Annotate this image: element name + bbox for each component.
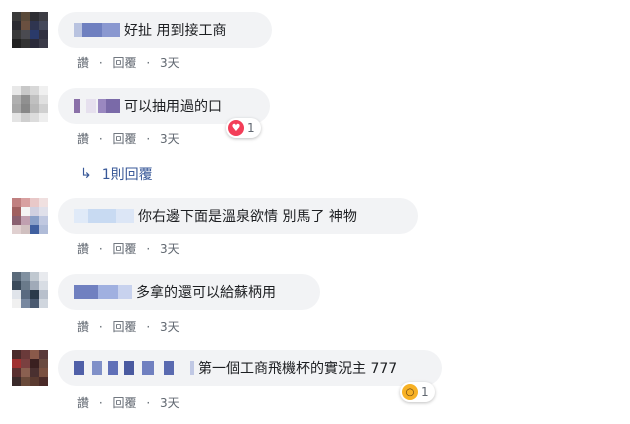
comment-actions: 讚 · 回覆 · 3天: [77, 56, 180, 70]
timestamp[interactable]: 3天: [160, 320, 180, 334]
reply-link[interactable]: 回覆: [113, 396, 137, 410]
like-link[interactable]: 讚: [77, 396, 89, 410]
reply-link[interactable]: 回覆: [113, 56, 137, 70]
comment-actions: 讚 · 回覆 · 3天: [77, 320, 180, 334]
timestamp[interactable]: 3天: [160, 396, 180, 410]
timestamp[interactable]: 3天: [160, 132, 180, 146]
commenter-name[interactable]: [74, 22, 120, 38]
reaction-summary[interactable]: ○ 1: [400, 382, 435, 402]
comment-text: 可以抽用過的口: [124, 99, 222, 115]
commenter-name[interactable]: [74, 360, 194, 376]
comment-actions: 讚 · 回覆 · 3天: [77, 396, 180, 410]
avatar[interactable]: [12, 198, 48, 234]
reply-arrow-icon: ↳: [80, 166, 92, 182]
reaction-count: 1: [247, 121, 255, 135]
comment-text: 第一個工商飛機杯的實況主 777: [198, 361, 398, 377]
like-link[interactable]: 讚: [77, 320, 89, 334]
wow-reaction-icon: ○: [402, 384, 418, 400]
avatar[interactable]: [12, 350, 48, 386]
avatar[interactable]: [12, 86, 48, 122]
commenter-name[interactable]: [74, 98, 120, 114]
timestamp[interactable]: 3天: [160, 242, 180, 256]
reply-link[interactable]: 回覆: [113, 320, 137, 334]
comment-text: 好扯 用到接工商: [124, 23, 227, 39]
avatar[interactable]: [12, 272, 48, 308]
reaction-count: 1: [421, 385, 429, 399]
comment-actions: 讚 · 回覆 · 3天: [77, 132, 180, 146]
reply-link[interactable]: 回覆: [113, 242, 137, 256]
like-link[interactable]: 讚: [77, 242, 89, 256]
comment-text: 多拿的還可以給蘇柄用: [136, 285, 276, 301]
reaction-summary[interactable]: ♥ 1: [226, 118, 261, 138]
commenter-name[interactable]: [74, 284, 132, 300]
commenter-name[interactable]: [74, 208, 134, 224]
replies-count: 1則回覆: [101, 167, 153, 183]
comment-bubble: 你右邊下面是溫泉欲情 別馬了 神物: [58, 198, 418, 234]
comment-bubble: 好扯 用到接工商: [58, 12, 272, 48]
love-reaction-icon: ♥: [228, 120, 244, 136]
comment-bubble: 多拿的還可以給蘇柄用: [58, 274, 320, 310]
comment-actions: 讚 · 回覆 · 3天: [77, 242, 180, 256]
comment-bubble: 第一個工商飛機杯的實況主 777: [58, 350, 442, 386]
avatar[interactable]: [12, 12, 48, 48]
like-link[interactable]: 讚: [77, 132, 89, 146]
like-link[interactable]: 讚: [77, 56, 89, 70]
comment-text: 你右邊下面是溫泉欲情 別馬了 神物: [138, 209, 357, 225]
timestamp[interactable]: 3天: [160, 56, 180, 70]
reply-link[interactable]: 回覆: [113, 132, 137, 146]
view-replies-link[interactable]: ↳ 1則回覆: [80, 164, 153, 184]
